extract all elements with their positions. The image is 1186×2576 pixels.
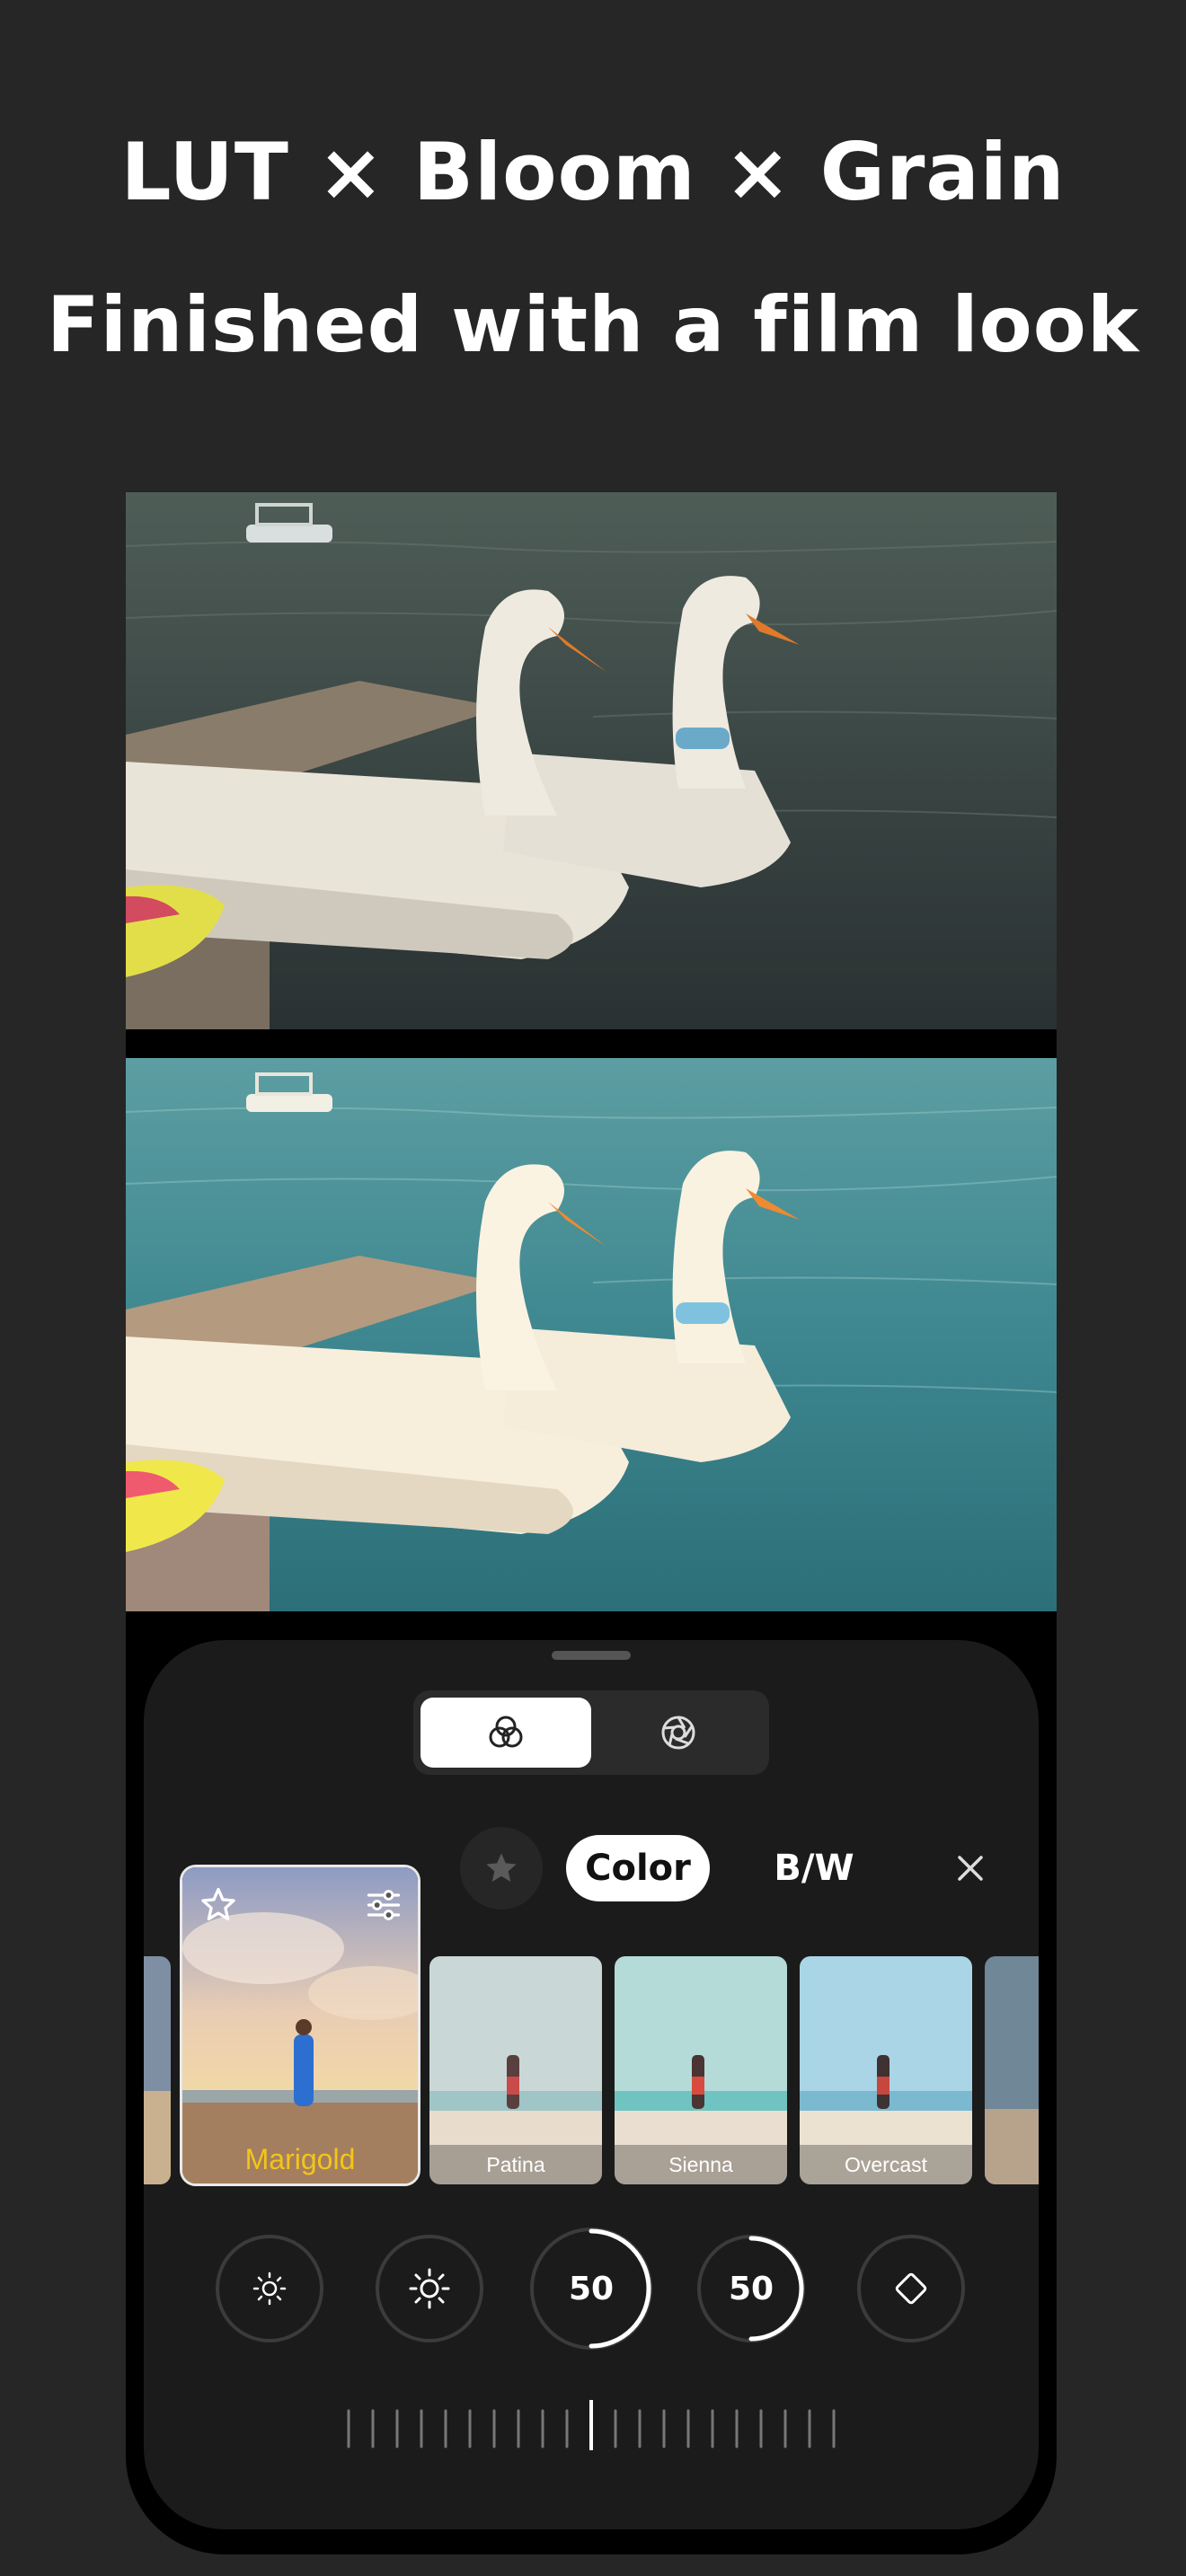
diamond-icon <box>895 2272 927 2305</box>
star-outline-icon[interactable] <box>199 1885 238 1925</box>
effects-tab[interactable] <box>595 1698 762 1768</box>
filter-thumbnail-sienna[interactable]: Sienna <box>615 1956 787 2184</box>
brightness-control[interactable] <box>216 2235 323 2342</box>
filter-thumbnail-partial-left[interactable] <box>144 1956 171 2184</box>
bloom-level-ring <box>589 2228 651 2349</box>
value-slider[interactable] <box>341 2400 845 2450</box>
filters-tab[interactable] <box>420 1698 591 1768</box>
filter-label-selected: Marigold <box>244 2143 356 2175</box>
filter-label: Sienna <box>615 2145 787 2184</box>
color-circles-icon <box>489 1716 523 1748</box>
sheet-grabber[interactable] <box>552 1651 631 1660</box>
filter-thumbnail-overcast[interactable]: Overcast <box>800 1956 972 2184</box>
star-icon <box>486 1853 517 1882</box>
mode-switcher <box>413 1690 769 1775</box>
grain-control[interactable]: 50 <box>697 2235 805 2342</box>
category-color-button[interactable]: Color <box>566 1835 710 1901</box>
sun-large-icon <box>409 2268 450 2309</box>
exposure-control[interactable] <box>376 2235 483 2342</box>
shape-control[interactable] <box>857 2235 965 2342</box>
headline-line-2: Finished with a film look <box>46 280 1140 370</box>
category-bw-button[interactable]: B/W <box>751 1835 877 1901</box>
filter-thumbnail-partial-right[interactable] <box>985 1956 1039 2184</box>
close-button[interactable] <box>945 1843 996 1893</box>
favorites-button[interactable] <box>460 1827 543 1910</box>
filter-thumbnail-patina[interactable]: Patina <box>429 1956 602 2184</box>
photo-divider <box>126 1029 1057 1058</box>
filter-label: Overcast <box>800 2145 972 2184</box>
sun-small-icon <box>252 2272 287 2306</box>
photo-filtered <box>126 1058 1057 1611</box>
aperture-icon <box>661 1716 695 1750</box>
sliders-icon[interactable] <box>364 1885 403 1925</box>
headline-line-1: LUT × Bloom × Grain <box>120 126 1066 218</box>
photo-original <box>126 492 1057 1029</box>
filter-label: Patina <box>429 2145 602 2184</box>
close-icon <box>958 1856 983 1881</box>
filter-thumbnail-selected[interactable]: Marigold <box>180 1865 420 2186</box>
grain-level-ring <box>748 2236 804 2342</box>
bloom-control[interactable]: 50 <box>530 2228 652 2350</box>
